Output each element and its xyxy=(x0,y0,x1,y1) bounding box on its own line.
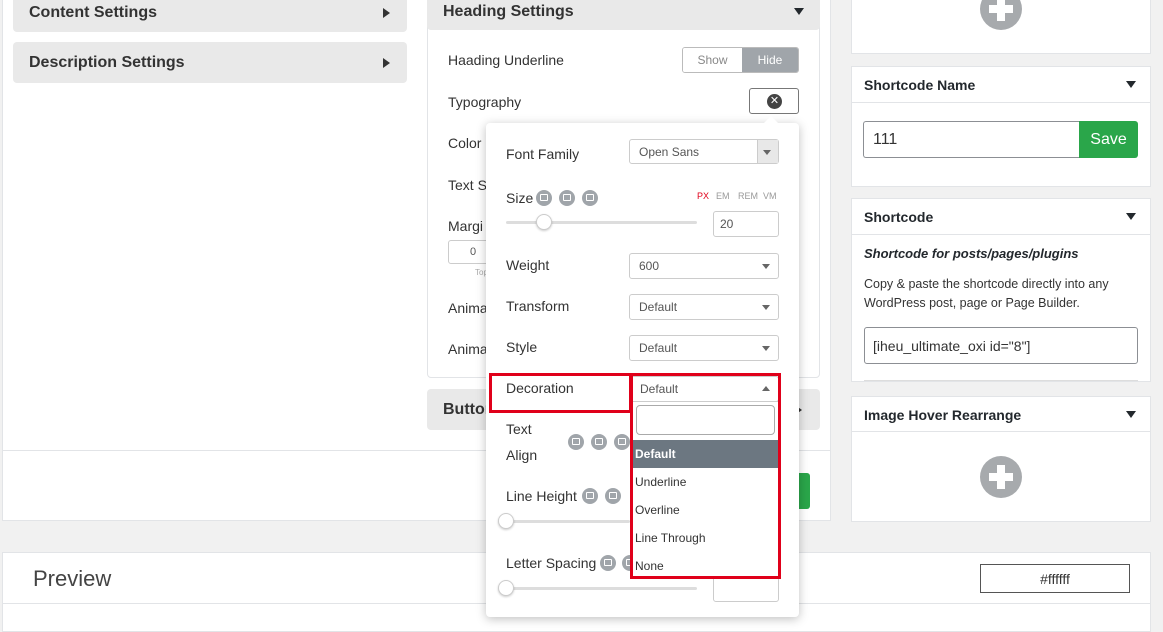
line-height-slider-handle[interactable] xyxy=(498,513,514,529)
plus-icon[interactable] xyxy=(980,456,1022,498)
tablet-icon[interactable] xyxy=(591,434,607,450)
heading-underline-label: Haading Underline xyxy=(448,52,564,68)
size-slider-track[interactable] xyxy=(506,221,697,224)
shortcode-subtitle: Shortcode for posts/pages/plugins xyxy=(864,246,1079,261)
font-family-label: Font Family xyxy=(506,146,580,162)
size-value: 20 xyxy=(720,217,734,231)
line-height-slider-track[interactable] xyxy=(506,520,630,523)
caret-down-icon[interactable] xyxy=(1126,213,1136,220)
chevron-down-icon xyxy=(762,305,770,310)
shortcode-input[interactable]: [iheu_ultimate_oxi id="8"] xyxy=(864,327,1138,364)
letter-spacing-label: Letter Spacing xyxy=(506,555,597,571)
line-height-label: Line Height xyxy=(506,488,577,504)
shortcode-value: [iheu_ultimate_oxi id="8"] xyxy=(873,337,1031,354)
shortcode-title: Shortcode xyxy=(864,209,934,225)
panel-divider xyxy=(864,380,1138,381)
weight-select[interactable]: 600 xyxy=(629,253,779,279)
mobile-icon[interactable] xyxy=(614,434,630,450)
caret-right-icon xyxy=(383,58,390,68)
popup-arrow xyxy=(764,116,778,123)
animation-delay-label: Anima xyxy=(448,341,488,357)
panel-divider xyxy=(852,431,1150,432)
tablet-icon[interactable] xyxy=(559,190,575,206)
shortcode-name-title: Shortcode Name xyxy=(864,77,976,93)
weight-value: 600 xyxy=(639,259,660,273)
transform-value: Default xyxy=(639,300,678,314)
desktop-icon[interactable] xyxy=(536,190,552,206)
heading-settings-header[interactable]: Heading Settings xyxy=(427,0,820,30)
unit-px[interactable]: PX xyxy=(697,191,709,201)
typography-label: Typography xyxy=(448,94,522,110)
close-circle-icon: ✕ xyxy=(767,94,782,109)
letter-spacing-slider-handle[interactable] xyxy=(498,580,514,596)
rearrange-title: Image Hover Rearrange xyxy=(864,407,1022,423)
text-shadow-label: Text Sl xyxy=(448,177,491,193)
caret-down-icon[interactable] xyxy=(1126,81,1136,88)
caret-down-icon[interactable] xyxy=(1126,411,1136,418)
panel-divider xyxy=(852,234,1150,235)
underline-toggle: Show Hide xyxy=(682,47,799,73)
chevron-down-icon xyxy=(762,346,770,351)
caret-down-icon xyxy=(794,8,804,15)
mobile-icon[interactable] xyxy=(582,190,598,206)
save-button[interactable]: Save xyxy=(1079,121,1138,158)
transform-label: Transform xyxy=(506,298,570,314)
toggle-show-button[interactable]: Show xyxy=(683,48,742,72)
style-select[interactable]: Default xyxy=(629,335,779,361)
content-settings-label: Content Settings xyxy=(29,4,157,21)
unit-rem[interactable]: REM xyxy=(738,191,758,201)
content-settings-accordion[interactable]: Content Settings xyxy=(13,0,407,32)
color-label: Color xyxy=(448,135,482,151)
shortcode-name-value: 111 xyxy=(873,130,898,148)
chevron-down-icon xyxy=(762,264,770,269)
transform-select[interactable]: Default xyxy=(629,294,779,320)
description-settings-accordion[interactable]: Description Settings xyxy=(13,42,407,83)
margin-label: Margi xyxy=(448,218,484,234)
shortcode-name-input[interactable]: 111 xyxy=(863,121,1080,158)
text-align-label-line2: Align xyxy=(506,447,538,463)
size-input[interactable]: 20 xyxy=(713,211,779,237)
panel-divider xyxy=(852,102,1150,103)
unit-em[interactable]: EM xyxy=(716,191,730,201)
style-value: Default xyxy=(639,341,678,355)
chevron-down-icon xyxy=(763,149,771,155)
letter-spacing-input[interactable] xyxy=(713,576,779,602)
typography-close-button[interactable]: ✕ xyxy=(749,88,799,114)
preview-title: Preview xyxy=(33,566,112,591)
description-settings-label: Description Settings xyxy=(29,53,185,71)
desktop-icon[interactable] xyxy=(568,434,584,450)
tablet-icon[interactable] xyxy=(605,488,621,504)
desktop-icon[interactable] xyxy=(600,555,616,571)
caret-right-icon xyxy=(383,8,390,18)
shortcode-description: Copy & paste the shortcode directly into… xyxy=(864,277,1109,310)
preview-bg-color-value: #ffffff xyxy=(1040,570,1070,587)
preview-bg-color-input[interactable]: #ffffff xyxy=(980,564,1130,593)
style-label: Style xyxy=(506,339,538,355)
size-slider-handle[interactable] xyxy=(536,214,552,230)
font-family-value: Open Sans xyxy=(639,144,700,159)
margin-top-value: 0 xyxy=(469,246,477,258)
toggle-hide-button[interactable]: Hide xyxy=(741,48,798,72)
highlight-decoration-label xyxy=(489,373,632,413)
letter-spacing-slider-track[interactable] xyxy=(506,587,697,590)
highlight-decoration-dropdown xyxy=(630,373,781,579)
heading-settings-title: Heading Settings xyxy=(443,3,574,20)
unit-vm[interactable]: VM xyxy=(763,191,777,201)
animation-label: Anima xyxy=(448,300,488,316)
save-label: Save xyxy=(1090,130,1127,148)
text-align-label-line1: Text xyxy=(506,421,532,437)
size-label: Size xyxy=(506,190,534,206)
font-family-select[interactable]: Open Sans xyxy=(629,139,779,164)
desktop-icon[interactable] xyxy=(582,488,598,504)
weight-label: Weight xyxy=(506,257,550,273)
